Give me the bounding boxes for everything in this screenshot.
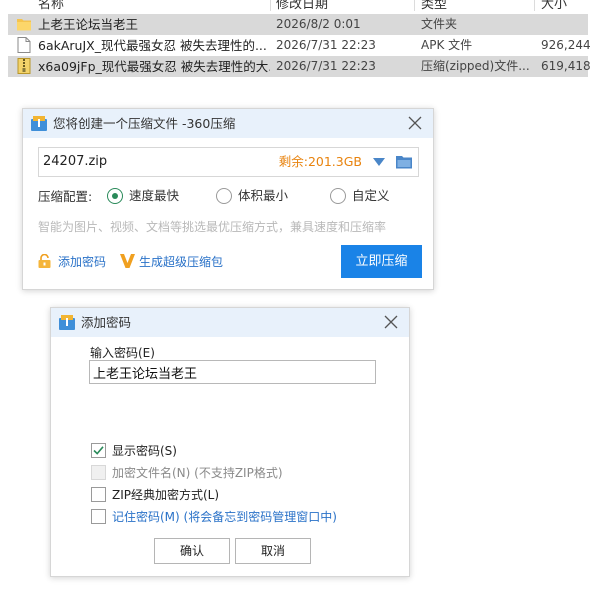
compress-dialog-titlebar[interactable]: 您将创建一个压缩文件 -360压缩	[23, 109, 433, 138]
checkbox-label: ZIP经典加密方式(L)	[112, 488, 220, 502]
file-type: APK 文件	[421, 38, 473, 52]
column-divider[interactable]	[414, 0, 415, 11]
file-name: 6akAruJX_现代最强女忍 被失去理性的...	[38, 38, 267, 53]
close-icon[interactable]	[407, 115, 423, 131]
cancel-button[interactable]: 取消	[235, 538, 311, 564]
radio-label: 速度最快	[129, 188, 180, 203]
add-password-dialog: 添加密码 输入密码(E) 显示密码(S) 加密文件名(N) (不支持ZIP格式)…	[50, 307, 410, 577]
checkmark-icon	[93, 446, 104, 455]
360-zip-app-icon	[31, 116, 47, 131]
360-zip-app-icon	[59, 315, 75, 330]
super-pack-label: 生成超级压缩包	[139, 255, 224, 269]
folder-browse-icon[interactable]	[396, 155, 412, 169]
file-row-apk[interactable]: 6akAruJX_现代最强女忍 被失去理性的... 2026/7/31 22:2…	[8, 35, 591, 56]
password-dialog-titlebar[interactable]: 添加密码	[51, 308, 409, 337]
compress-config-label: 压缩配置:	[38, 189, 93, 204]
file-icon	[17, 37, 31, 53]
folder-icon	[17, 19, 31, 31]
free-space-label: 剩余:201.3GB	[278, 154, 362, 169]
file-date: 2026/7/31 22:23	[276, 59, 376, 73]
file-date: 2026/7/31 22:23	[276, 38, 376, 52]
archive-name-input[interactable]	[43, 148, 243, 176]
archive-name-box: 剩余:201.3GB	[38, 147, 419, 177]
lock-icon	[38, 254, 51, 268]
compress-hint: 智能为图片、视频、文档等挑选最优压缩方式，兼具速度和压缩率	[38, 220, 387, 234]
column-header-date[interactable]: 修改日期	[276, 0, 328, 11]
checkbox-box[interactable]	[91, 509, 106, 524]
file-list: 名称 修改日期 类型 大小 上老王论坛当老王 2026/8/2 0:01 文件夹…	[0, 0, 591, 80]
checkbox-label: 显示密码(S)	[112, 444, 177, 458]
column-header-name[interactable]: 名称	[38, 0, 64, 11]
column-divider[interactable]	[270, 0, 271, 11]
close-icon[interactable]	[383, 314, 399, 330]
column-divider[interactable]	[534, 0, 535, 11]
radio-circle[interactable]	[216, 188, 232, 204]
triangle-down-icon[interactable]	[373, 157, 385, 167]
radio-circle[interactable]	[330, 188, 346, 204]
checkbox-box[interactable]	[91, 443, 106, 458]
checkbox-label: 记住密码(M) (将会备忘到密码管理窗口中)	[112, 510, 337, 524]
radio-circle[interactable]	[107, 188, 123, 204]
ok-button[interactable]: 确认	[154, 538, 230, 564]
compress-dialog: 您将创建一个压缩文件 -360压缩 剩余:201.3GB 压缩配置: 速度最快 …	[22, 108, 434, 290]
file-type: 文件夹	[421, 17, 458, 31]
checkbox-label: 加密文件名(N) (不支持ZIP格式)	[112, 466, 283, 480]
file-type: 压缩(zipped)文件...	[421, 59, 530, 73]
v-badge-icon	[120, 254, 135, 268]
radio-label: 体积最小	[238, 188, 289, 203]
column-header-type[interactable]: 类型	[421, 0, 447, 11]
file-size: 926,244	[541, 38, 591, 52]
file-name: 上老王论坛当老王	[38, 17, 139, 32]
password-dialog-title: 添加密码	[81, 315, 132, 330]
compress-dialog-title: 您将创建一个压缩文件 -360压缩	[53, 116, 236, 131]
file-date: 2026/8/2 0:01	[276, 17, 361, 31]
checkbox-box	[91, 465, 106, 480]
column-header-bar: 名称 修改日期 类型 大小	[0, 0, 588, 11]
zip-file-icon	[17, 58, 31, 74]
file-name: x6a09jFp_现代最强女忍 被失去理性的大...	[38, 59, 270, 74]
password-input[interactable]	[89, 360, 376, 384]
compress-now-button[interactable]: 立即压缩	[341, 245, 422, 278]
radio-label: 自定义	[352, 188, 390, 203]
password-label: 输入密码(E)	[90, 346, 155, 360]
checkbox-box[interactable]	[91, 487, 106, 502]
column-header-size[interactable]: 大小	[541, 0, 567, 11]
file-size: 619,418	[541, 59, 591, 73]
file-row-folder[interactable]: 上老王论坛当老王 2026/8/2 0:01 文件夹	[8, 14, 588, 35]
file-row-zip[interactable]: x6a09jFp_现代最强女忍 被失去理性的大... 2026/7/31 22:…	[8, 56, 591, 77]
add-password-label: 添加密码	[58, 255, 107, 269]
